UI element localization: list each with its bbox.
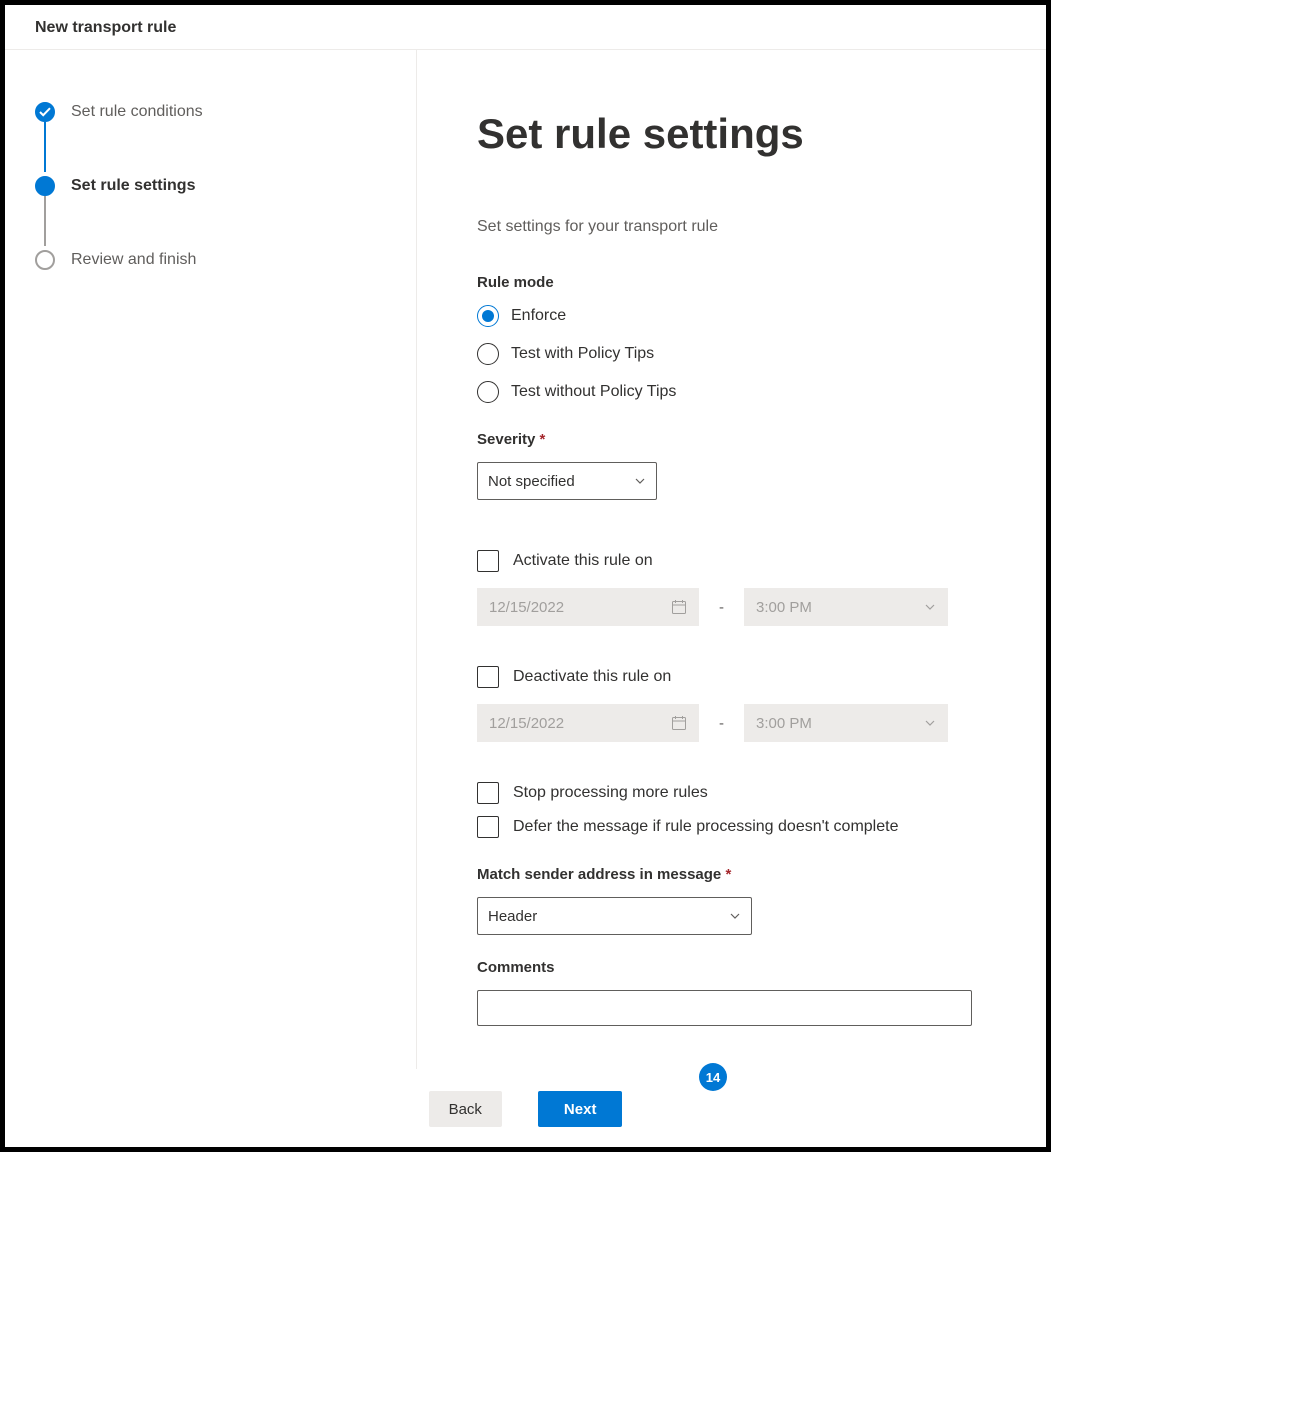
rule-mode-label: Rule mode	[477, 274, 986, 291]
comments-textarea[interactable]	[477, 990, 972, 1026]
severity-select[interactable]: Not specified	[477, 462, 657, 500]
wizard-step-review[interactable]: Review and finish	[35, 248, 416, 272]
match-sender-select[interactable]: Header	[477, 897, 752, 935]
calendar-icon	[671, 715, 687, 731]
next-button[interactable]: Next	[538, 1091, 623, 1127]
dialog-footer: Back Next	[5, 1071, 1046, 1147]
step-indicator-current	[35, 176, 55, 196]
activate-date-input[interactable]: 12/15/2022	[477, 588, 699, 626]
checkbox-box	[477, 666, 499, 688]
comments-label: Comments	[477, 959, 986, 976]
step-indicator-done	[35, 102, 55, 122]
severity-label: Severity *	[477, 431, 986, 448]
select-value: Header	[488, 908, 537, 925]
dialog-header: New transport rule	[5, 5, 1046, 50]
radio-label: Test without Policy Tips	[511, 383, 676, 401]
radio-test-without-tips[interactable]: Test without Policy Tips	[477, 381, 986, 403]
chevron-down-icon	[924, 601, 936, 613]
radio-label: Test with Policy Tips	[511, 345, 654, 363]
radio-label: Enforce	[511, 307, 566, 325]
activate-time-input[interactable]: 3:00 PM	[744, 588, 948, 626]
rule-mode-group: Enforce Test with Policy Tips Test witho…	[477, 305, 986, 403]
chevron-down-icon	[924, 717, 936, 729]
match-sender-label-text: Match sender address in message	[477, 866, 721, 883]
time-value: 3:00 PM	[756, 599, 812, 616]
deactivate-time-input[interactable]: 3:00 PM	[744, 704, 948, 742]
date-value: 12/15/2022	[489, 715, 564, 732]
date-separator: -	[719, 599, 724, 616]
main-panel: Set rule settings Set settings for your …	[417, 50, 1046, 1069]
step-connector	[44, 196, 46, 246]
radio-enforce[interactable]: Enforce	[477, 305, 986, 327]
activate-date-row: 12/15/2022 - 3:00 PM	[477, 588, 986, 626]
page-description: Set settings for your transport rule	[477, 218, 986, 236]
match-sender-label: Match sender address in message *	[477, 866, 986, 883]
wizard-step-settings[interactable]: Set rule settings	[35, 174, 416, 198]
checkbox-box	[477, 782, 499, 804]
radio-indicator-checked	[477, 305, 499, 327]
step-label: Set rule conditions	[71, 103, 203, 121]
deactivate-date-row: 12/15/2022 - 3:00 PM	[477, 704, 986, 742]
stop-processing-checkbox[interactable]: Stop processing more rules	[477, 782, 986, 804]
back-button[interactable]: Back	[429, 1091, 502, 1127]
wizard-step-conditions[interactable]: Set rule conditions	[35, 100, 416, 124]
checkbox-label: Defer the message if rule processing doe…	[513, 818, 898, 836]
wizard-steps: Set rule conditions Set rule settings Re…	[5, 50, 417, 1069]
checkbox-box	[477, 816, 499, 838]
checkmark-icon	[39, 107, 51, 117]
dialog-body: Set rule conditions Set rule settings Re…	[5, 50, 1046, 1069]
checkbox-label: Deactivate this rule on	[513, 668, 671, 686]
dialog-title: New transport rule	[35, 19, 176, 36]
step-indicator-pending	[35, 250, 55, 270]
step-label: Review and finish	[71, 251, 196, 269]
step-label: Set rule settings	[71, 177, 195, 195]
chevron-down-icon	[634, 475, 646, 487]
required-asterisk: *	[540, 431, 546, 448]
chevron-down-icon	[729, 910, 741, 922]
date-separator: -	[719, 715, 724, 732]
extra-options: Stop processing more rules Defer the mes…	[477, 782, 986, 838]
defer-message-checkbox[interactable]: Defer the message if rule processing doe…	[477, 816, 986, 838]
radio-indicator	[477, 343, 499, 365]
severity-label-text: Severity	[477, 431, 535, 448]
checkbox-label: Stop processing more rules	[513, 784, 708, 802]
step-connector	[44, 122, 46, 172]
deactivate-checkbox[interactable]: Deactivate this rule on	[477, 666, 986, 688]
date-value: 12/15/2022	[489, 599, 564, 616]
deactivate-date-input[interactable]: 12/15/2022	[477, 704, 699, 742]
radio-indicator	[477, 381, 499, 403]
required-asterisk: *	[725, 866, 731, 883]
checkbox-box	[477, 550, 499, 572]
activate-checkbox[interactable]: Activate this rule on	[477, 550, 986, 572]
page-title: Set rule settings	[477, 110, 986, 158]
time-value: 3:00 PM	[756, 715, 812, 732]
step-number-badge: 14	[699, 1063, 727, 1091]
calendar-icon	[671, 599, 687, 615]
radio-test-with-tips[interactable]: Test with Policy Tips	[477, 343, 986, 365]
select-value: Not specified	[488, 473, 575, 490]
checkbox-label: Activate this rule on	[513, 552, 653, 570]
